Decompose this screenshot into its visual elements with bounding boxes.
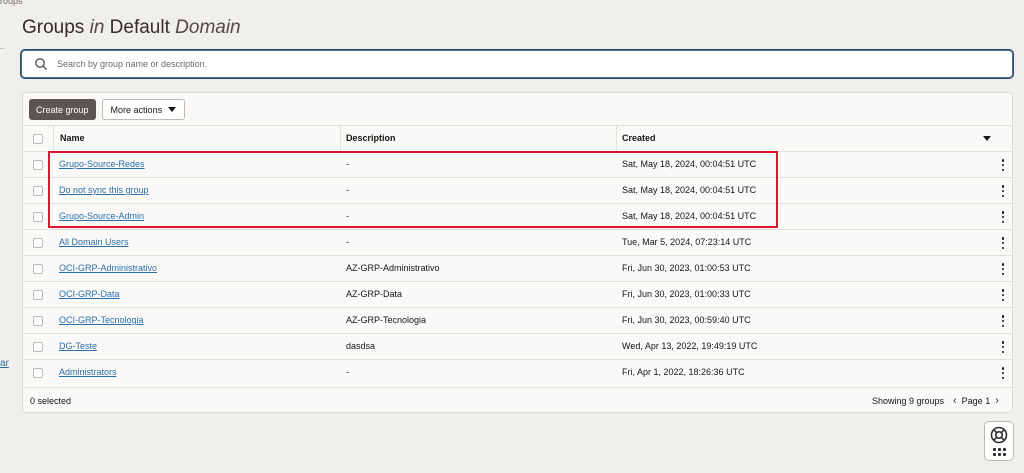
group-created: Tue, Mar 5, 2024, 07:23:14 UTC (622, 237, 752, 247)
row-checkbox[interactable] (33, 316, 43, 326)
row-checkbox[interactable] (33, 342, 43, 352)
group-description: - (346, 237, 349, 247)
group-created: Fri, Jun 30, 2023, 01:00:33 UTC (622, 289, 751, 299)
grid-apps-icon (992, 448, 1006, 456)
group-name-link[interactable]: Grupo-Source-Redes (59, 159, 145, 169)
group-created: Sat, May 18, 2024, 00:04:51 UTC (622, 211, 757, 221)
column-header-description[interactable]: Description (346, 126, 396, 151)
title-groups: Groups (22, 17, 85, 38)
breadcrumb-fragment[interactable]: roups (0, 0, 23, 6)
search-icon (35, 58, 47, 70)
kebab-menu-icon[interactable] (1000, 315, 1006, 327)
caret-down-icon[interactable] (983, 136, 991, 141)
toolbar: Create group More actions (29, 99, 186, 120)
group-name-link[interactable]: DG-Teste (59, 341, 97, 351)
group-description: - (346, 211, 349, 221)
showing-count: Showing 9 groups (872, 396, 945, 406)
chevron-right-icon[interactable]: › (995, 388, 999, 414)
group-description: - (346, 185, 349, 195)
kebab-menu-icon[interactable] (1000, 367, 1006, 379)
group-name-link[interactable]: Do not sync this group (59, 185, 149, 195)
group-created: Wed, Apr 13, 2022, 19:49:19 UTC (622, 341, 758, 351)
column-divider (616, 126, 617, 151)
kebab-menu-icon[interactable] (1000, 211, 1006, 223)
chevron-left-icon[interactable]: ‹ (953, 388, 957, 414)
group-name-link[interactable]: OCI-GRP-Data (59, 289, 120, 299)
page-title: Groups in Default Domain (22, 17, 241, 39)
group-created: Sat, May 18, 2024, 00:04:51 UTC (622, 159, 757, 169)
row-checkbox[interactable] (33, 238, 43, 248)
pagination: ‹ Page 1 › (953, 388, 999, 414)
sidebar-divider (0, 48, 4, 49)
row-checkbox[interactable] (33, 160, 43, 170)
title-in: in (89, 17, 105, 38)
group-description: AZ-GRP-Data (346, 289, 403, 299)
table-row: OCI-GRP-Administrativo AZ-GRP-Administra… (23, 255, 1012, 281)
kebab-menu-icon[interactable] (1000, 185, 1006, 197)
search-bar[interactable] (21, 50, 1013, 78)
title-domain: Domain (175, 17, 241, 38)
help-button[interactable] (984, 421, 1014, 461)
more-actions-button[interactable]: More actions (101, 99, 186, 120)
group-description: AZ-GRP-Tecnologia (346, 315, 427, 325)
select-all-checkbox[interactable] (33, 134, 43, 144)
kebab-menu-icon[interactable] (1000, 341, 1006, 353)
table-row: OCI-GRP-Data AZ-GRP-Data Fri, Jun 30, 20… (23, 281, 1012, 307)
create-group-button[interactable]: Create group (29, 99, 96, 120)
row-checkbox[interactable] (33, 368, 43, 378)
group-created: Sat, May 18, 2024, 00:04:51 UTC (622, 185, 757, 195)
table-row: DG-Teste dasdsa Wed, Apr 13, 2022, 19:49… (23, 333, 1012, 359)
row-checkbox[interactable] (33, 186, 43, 196)
selection-count: 0 selected (30, 396, 72, 406)
group-name-link[interactable]: OCI-GRP-Tecnologia (59, 315, 144, 325)
group-description: - (346, 159, 349, 169)
table-row: OCI-GRP-Tecnologia AZ-GRP-Tecnologia Fri… (23, 307, 1012, 333)
kebab-menu-icon[interactable] (1000, 159, 1006, 171)
table-row: All Domain Users - Tue, Mar 5, 2024, 07:… (23, 229, 1012, 255)
kebab-menu-icon[interactable] (1000, 263, 1006, 275)
group-name-link[interactable]: Grupo-Source-Admin (59, 211, 144, 221)
more-actions-label: More actions (110, 104, 163, 115)
caret-down-icon (168, 107, 177, 112)
group-created: Fri, Jun 30, 2023, 01:00:53 UTC (622, 263, 751, 273)
sidebar-link-fragment[interactable]: ar (0, 358, 9, 369)
groups-table: Name Description Created Grupo-Source-Re… (23, 125, 1012, 385)
table-row: Grupo-Source-Admin - Sat, May 18, 2024, … (23, 203, 1012, 229)
table-row: Do not sync this group - Sat, May 18, 20… (23, 177, 1012, 203)
row-checkbox[interactable] (33, 212, 43, 222)
row-checkbox[interactable] (33, 264, 43, 274)
column-header-name[interactable]: Name (60, 126, 85, 151)
table-row: Grupo-Source-Redes - Sat, May 18, 2024, … (23, 151, 1012, 177)
kebab-menu-icon[interactable] (1000, 237, 1006, 249)
group-name-link[interactable]: OCI-GRP-Administrativo (59, 263, 157, 273)
group-description: - (346, 367, 349, 377)
column-divider (340, 126, 341, 151)
column-header-created[interactable]: Created (622, 126, 656, 151)
help-lifebuoy-icon (990, 426, 1008, 444)
table-footer: 0 selected Showing 9 groups ‹ Page 1 › (23, 387, 1012, 413)
group-created: Fri, Apr 1, 2022, 18:26:36 UTC (622, 367, 745, 377)
group-name-link[interactable]: All Domain Users (59, 237, 129, 247)
row-checkbox[interactable] (33, 290, 43, 300)
groups-panel: Create group More actions Name Descripti… (22, 92, 1013, 413)
page-indicator: Page 1 (961, 396, 991, 406)
table-header: Name Description Created (23, 125, 1012, 151)
group-description: dasdsa (346, 341, 376, 351)
search-input[interactable] (57, 59, 1012, 69)
group-description: AZ-GRP-Administrativo (346, 263, 440, 273)
group-created: Fri, Jun 30, 2023, 00:59:40 UTC (622, 315, 751, 325)
column-divider (53, 126, 54, 151)
group-name-link[interactable]: Administrators (59, 367, 117, 377)
table-row: Administrators - Fri, Apr 1, 2022, 18:26… (23, 359, 1012, 385)
kebab-menu-icon[interactable] (1000, 289, 1006, 301)
title-default: Default (109, 17, 170, 38)
